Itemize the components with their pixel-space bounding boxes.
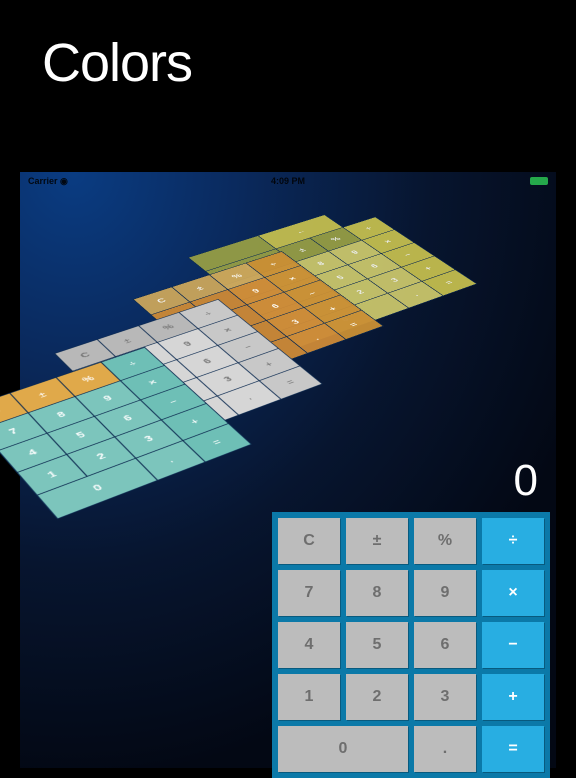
- digit-1-button[interactable]: 1: [278, 674, 340, 720]
- digit-3-button[interactable]: 3: [414, 674, 476, 720]
- equals-button[interactable]: =: [482, 726, 544, 772]
- multiply-button[interactable]: ×: [482, 570, 544, 616]
- digit-2-button[interactable]: 2: [346, 674, 408, 720]
- divide-button[interactable]: ÷: [482, 518, 544, 564]
- plus-minus-button[interactable]: ±: [346, 518, 408, 564]
- percent-button[interactable]: %: [414, 518, 476, 564]
- digit-9-button[interactable]: 9: [414, 570, 476, 616]
- subtract-button[interactable]: −: [482, 622, 544, 668]
- page-title: Colors: [42, 32, 192, 94]
- main-calculator: C ± % ÷ 7 8 9 × 4 5 6 − 1 2 3 + 0 . =: [272, 512, 550, 778]
- calc-display: 0: [272, 456, 550, 506]
- app-screenshot: Carrier ◉ 4:09 PM ← C±%÷ 789× 456− 123+ …: [20, 172, 556, 768]
- decimal-button[interactable]: .: [414, 726, 476, 772]
- digit-8-button[interactable]: 8: [346, 570, 408, 616]
- digit-7-button[interactable]: 7: [278, 570, 340, 616]
- digit-5-button[interactable]: 5: [346, 622, 408, 668]
- digit-0-button[interactable]: 0: [278, 726, 408, 772]
- add-button[interactable]: +: [482, 674, 544, 720]
- digit-4-button[interactable]: 4: [278, 622, 340, 668]
- clear-button[interactable]: C: [278, 518, 340, 564]
- digit-6-button[interactable]: 6: [414, 622, 476, 668]
